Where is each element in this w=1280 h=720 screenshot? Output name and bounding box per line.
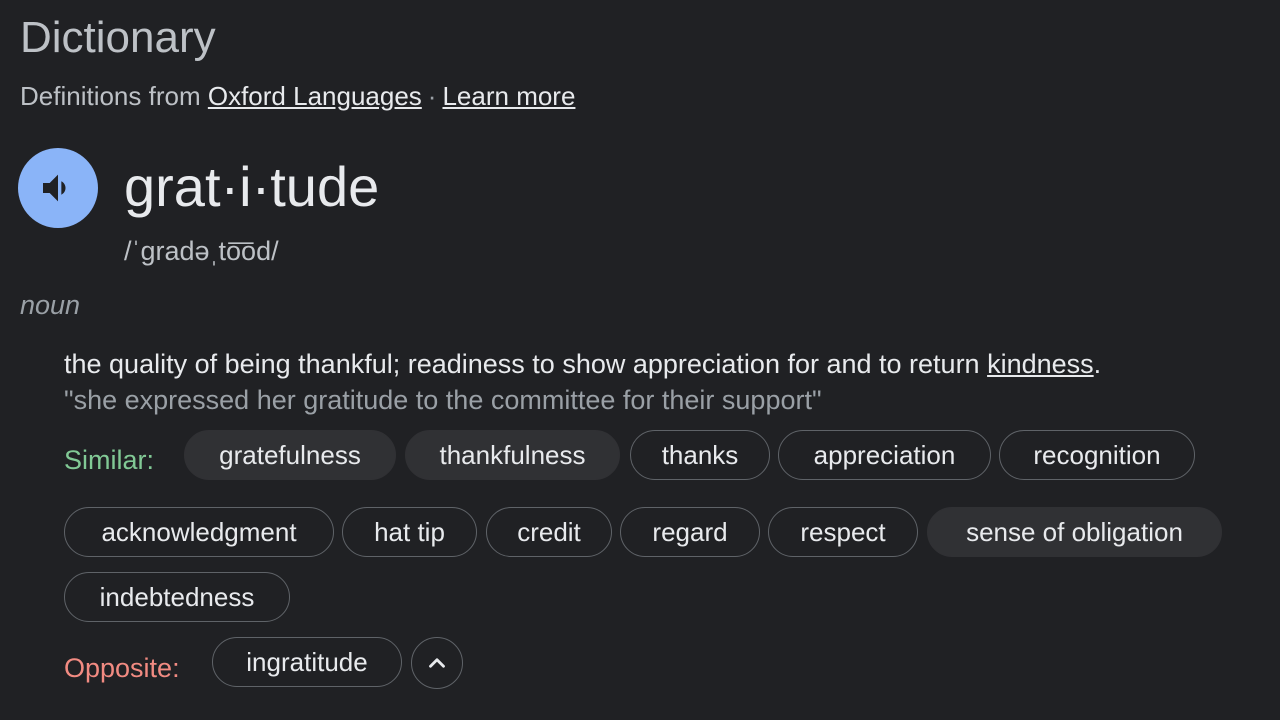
similar-label: Similar: bbox=[64, 445, 155, 475]
chevron-up-icon bbox=[429, 658, 445, 668]
dictionary-heading: Dictionary bbox=[20, 13, 216, 62]
similar-chip[interactable]: regard bbox=[620, 507, 760, 557]
similar-chip[interactable]: recognition bbox=[999, 430, 1195, 480]
similar-chip[interactable]: thankfulness bbox=[405, 430, 620, 480]
similar-chip[interactable]: hat tip bbox=[342, 507, 477, 557]
definition-link-kindness[interactable]: kindness bbox=[987, 349, 1094, 379]
definition-end: . bbox=[1093, 349, 1102, 379]
similar-chip[interactable]: acknowledgment bbox=[64, 507, 334, 557]
definition: the quality of being thankful; readiness… bbox=[64, 346, 1101, 382]
similar-chip[interactable]: credit bbox=[486, 507, 612, 557]
similar-chip[interactable]: gratefulness bbox=[184, 430, 396, 480]
opposite-chip[interactable]: ingratitude bbox=[212, 637, 402, 687]
pronunciation-button[interactable] bbox=[18, 148, 98, 228]
headword: grat·i·tude bbox=[124, 155, 380, 218]
source-prefix: Definitions from bbox=[20, 81, 201, 111]
phonetic-spelling: /ˈɡradəˌto͞od/ bbox=[124, 236, 279, 266]
source-separator: · bbox=[427, 81, 437, 111]
dictionary-panel: Dictionary Definitions from Oxford Langu… bbox=[0, 0, 1280, 720]
learn-more-link[interactable]: Learn more bbox=[442, 81, 575, 111]
similar-chip[interactable]: respect bbox=[768, 507, 918, 557]
opposite-label: Opposite: bbox=[64, 653, 180, 683]
usage-example: "she expressed her gratitude to the comm… bbox=[64, 385, 822, 415]
collapse-button[interactable] bbox=[411, 637, 463, 689]
similar-chip[interactable]: indebtedness bbox=[64, 572, 290, 622]
similar-chip[interactable]: appreciation bbox=[778, 430, 991, 480]
definition-text: the quality of being thankful; readiness… bbox=[64, 349, 988, 379]
part-of-speech: noun bbox=[20, 290, 81, 320]
oxford-languages-link[interactable]: Oxford Languages bbox=[208, 81, 422, 111]
volume-icon bbox=[43, 174, 66, 202]
definitions-source: Definitions from Oxford Languages · Learn … bbox=[20, 80, 575, 112]
similar-chip[interactable]: sense of obligation bbox=[927, 507, 1222, 557]
similar-chip[interactable]: thanks bbox=[630, 430, 770, 480]
